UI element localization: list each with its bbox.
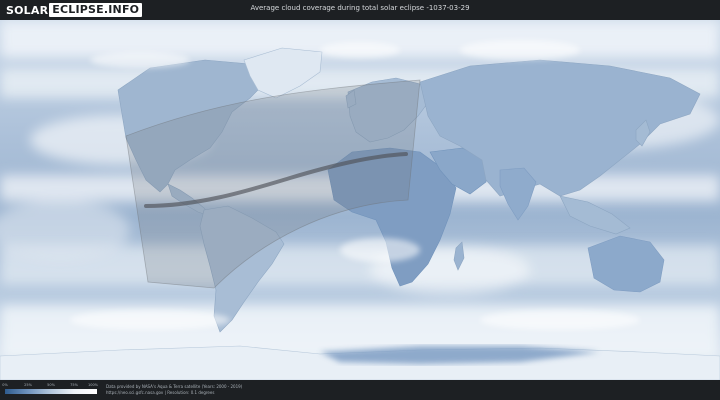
legend-ticks: 0% 25% 50% 75% 100%: [2, 383, 99, 388]
credit-line-2: https://neo.sci.gsfc.nasa.gov | Resoluti…: [106, 390, 215, 395]
data-credit: Data provided by NASA's Aqua & Terra sat…: [106, 384, 242, 396]
legend-tick-0: 0%: [2, 383, 8, 387]
legend-tick-25: 25%: [24, 383, 32, 387]
legend-tick-50: 50%: [47, 383, 55, 387]
page-title: Average cloud coverage during total sola…: [250, 4, 470, 12]
legend-color-bar: [5, 389, 97, 394]
legend-tick-75: 75%: [70, 383, 78, 387]
cloud-coverage-map: [0, 20, 720, 380]
cloud-legend: 0% 25% 50% 75% 100%: [2, 383, 99, 397]
legend-tick-100: 100%: [87, 383, 99, 387]
